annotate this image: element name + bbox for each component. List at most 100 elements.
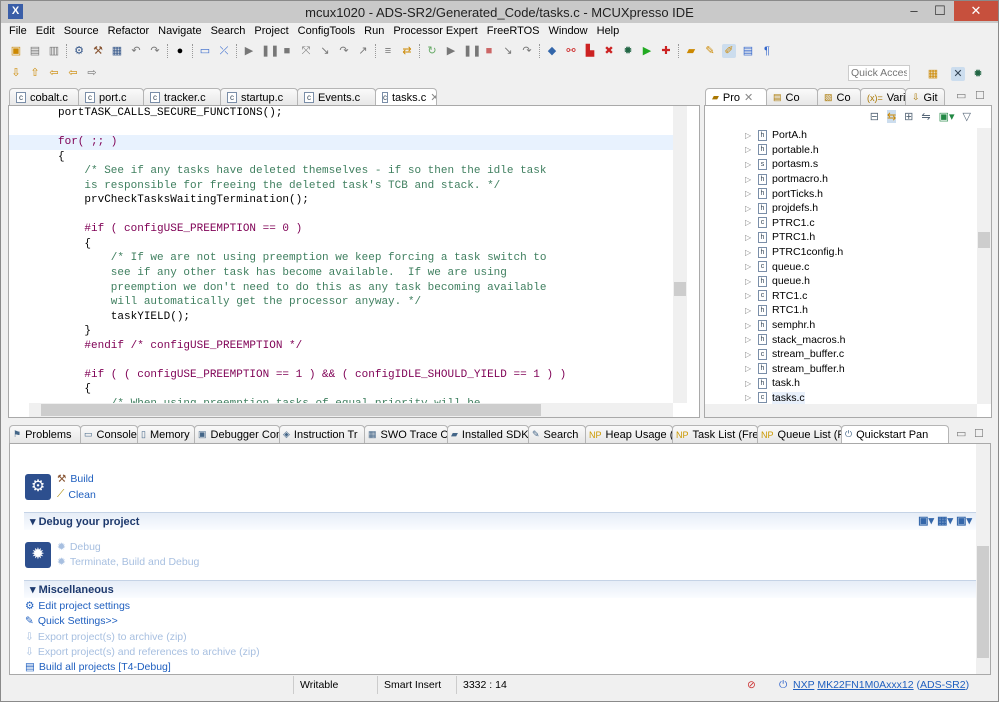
menu-refactor[interactable]: Refactor (108, 25, 150, 41)
suspend-icon[interactable]: ❚❚ (261, 44, 279, 58)
bottom-tab[interactable]: NP Heap Usage (F (585, 425, 673, 443)
expand-arrow-icon[interactable]: ▷ (745, 335, 753, 344)
tree-item[interactable]: ▷ h RTC1.h (705, 303, 975, 318)
expand-arrow-icon[interactable]: ▷ (745, 321, 753, 330)
menu-source[interactable]: Source (64, 25, 99, 41)
bottom-tab[interactable]: ⏻ Quickstart Pan (841, 425, 949, 443)
expand-arrow-icon[interactable]: ▷ (745, 364, 753, 373)
menu-project[interactable]: Project (254, 25, 288, 41)
menu-processor-expert[interactable]: Processor Expert (393, 25, 477, 41)
expand-arrow-icon[interactable]: ▷ (745, 204, 753, 213)
debug-link[interactable]: ✹ Debug (57, 541, 101, 553)
expand-arrow-icon[interactable]: ▷ (745, 262, 753, 271)
expand-arrow-icon[interactable]: ▷ (745, 233, 753, 242)
misc-link[interactable]: ✎ Quick Settings>> (25, 615, 118, 627)
menu-window[interactable]: Window (549, 25, 588, 41)
debug-person-icon[interactable]: ● (173, 44, 187, 58)
misc-link[interactable]: ▤ Build all projects [T4-Debug] (25, 661, 171, 673)
bottom-tab[interactable]: ▰ Installed SDKs (447, 425, 529, 443)
tree-item[interactable]: ▷ h portable.h (705, 143, 975, 158)
build-link[interactable]: ⚒ Build (57, 473, 94, 485)
tree-item[interactable]: ▷ c stream_buffer.c (705, 347, 975, 362)
quick-settings-icon[interactable]: ✎ (703, 44, 717, 58)
tree-item[interactable]: ▷ s portasm.s (705, 157, 975, 172)
step-all-icon[interactable]: ↘ (501, 44, 515, 58)
expand-arrow-icon[interactable]: ▷ (745, 145, 753, 154)
quickstart-scrollbar[interactable] (976, 444, 990, 674)
mcux-icon[interactable]: ▣▾ (939, 110, 955, 123)
explorer-tab[interactable]: ⇩ Git (905, 88, 945, 106)
maximize-view-icon[interactable]: ☐ (975, 89, 985, 102)
bottom-tab[interactable]: ▦ SWO Trace Co (364, 425, 448, 443)
back-icon[interactable]: ⇦ (66, 66, 80, 80)
editor-tab[interactable]: c Events.c (297, 88, 376, 106)
editor-tab[interactable]: c port.c (78, 88, 144, 106)
save-icon[interactable]: ▤ (28, 44, 42, 58)
skip-breakpoints-icon[interactable]: ⤫ (217, 44, 231, 58)
terminate-build-debug-link[interactable]: ✹ Terminate, Build and Debug (57, 556, 199, 568)
menu-help[interactable]: Help (597, 25, 620, 41)
clean-link[interactable]: ⟋ Clean (57, 488, 96, 501)
code-editor[interactable]: portTASK_CALLS_SECURE_FUNCTIONS(); for( ;… (9, 106, 673, 403)
expand-arrow-icon[interactable]: ▷ (745, 291, 753, 300)
step-over-icon[interactable]: ↷ (337, 44, 351, 58)
tree-item[interactable]: ▷ h task.h (705, 376, 975, 391)
tree-item[interactable]: ▷ h PTRC1.h (705, 230, 975, 245)
expand-arrow-icon[interactable]: ▷ (745, 277, 753, 286)
restart-icon[interactable]: ↻ (425, 44, 439, 58)
tree-item[interactable]: ▷ h portTicks.h (705, 186, 975, 201)
save-all-icon[interactable]: ▥ (47, 44, 61, 58)
step-return-icon[interactable]: ↗ (356, 44, 370, 58)
misc-link[interactable]: ⚙ Edit project settings (25, 600, 130, 612)
expand-arrow-icon[interactable]: ▷ (745, 131, 753, 140)
close-button[interactable]: ✕ (954, 1, 998, 21)
maximize-bottom-icon[interactable]: ☐ (974, 427, 984, 440)
terminate-all-icon[interactable]: ■ (482, 44, 496, 58)
terminate-icon[interactable]: ■ (280, 44, 294, 58)
disconnect-icon[interactable]: ⤧ (299, 44, 313, 58)
run-icon[interactable]: ▶ (640, 44, 654, 58)
debug-section-header[interactable]: ▾ Debug your project ▣▾ ▦▾ ▣▾ (24, 512, 980, 530)
debug-probe-icons[interactable]: ▣▾ ▦▾ ▣▾ (918, 514, 972, 527)
tree-item[interactable]: ▷ c RTC1.c (705, 289, 975, 304)
next-annotation-icon[interactable]: ⇩ (9, 66, 23, 80)
pe-icon[interactable]: ◆ (545, 44, 559, 58)
expand-arrow-icon[interactable]: ▷ (745, 393, 753, 402)
expand-arrow-icon[interactable]: ▷ (745, 175, 753, 184)
explorer-h-scrollbar[interactable] (705, 404, 977, 417)
binary-icon[interactable]: ▦ (110, 44, 124, 58)
suspend-all-icon[interactable]: ❚❚ (463, 44, 481, 58)
expand-arrow-icon[interactable]: ▷ (745, 350, 753, 359)
expand-arrow-icon[interactable]: ▷ (745, 189, 753, 198)
bottom-tab[interactable]: ▯ Memory (137, 425, 195, 443)
toggle-icon[interactable]: ▤ (741, 44, 755, 58)
terminal-icon[interactable]: ▭ (198, 44, 212, 58)
undo-icon[interactable]: ↶ (129, 44, 143, 58)
expand-arrow-icon[interactable]: ▷ (745, 248, 753, 257)
misc-link[interactable]: ⇩ Export project(s) and references to arc… (25, 646, 260, 658)
clear-icon[interactable]: ✖ (602, 44, 616, 58)
quick-access-input[interactable] (848, 65, 910, 81)
explorer-tab[interactable]: ▰ Pro ✕ (705, 88, 767, 106)
menu-file[interactable]: File (9, 25, 27, 41)
highlight-icon[interactable]: ✐ (722, 44, 736, 58)
drop-frame-icon[interactable]: ⇄ (400, 44, 414, 58)
link-icon[interactable]: ⚯ (564, 44, 578, 58)
explorer-tab[interactable]: ▤ Co (766, 88, 818, 106)
menu-run[interactable]: Run (364, 25, 384, 41)
tree-item[interactable]: ▷ h stream_buffer.h (705, 362, 975, 377)
step-over-all-icon[interactable]: ↷ (520, 44, 534, 58)
forward-icon[interactable]: ⇨ (85, 66, 99, 80)
nxp-link[interactable]: NXP (793, 679, 814, 691)
close-tab-icon[interactable]: ✕ (430, 91, 436, 104)
tree-item[interactable]: ▷ c PTRC1.c (705, 216, 975, 231)
view-menu-icon[interactable]: ▽ (963, 110, 971, 123)
editor-tab[interactable]: c tracker.c (143, 88, 221, 106)
tree-item[interactable]: ▷ h semphr.h (705, 318, 975, 333)
expand-arrow-icon[interactable]: ▷ (745, 379, 753, 388)
paragraph-icon[interactable]: ¶ (760, 44, 774, 58)
filter-icon[interactable]: ⊞ (904, 110, 913, 123)
build-icon[interactable]: ⚒ (91, 44, 105, 58)
bottom-tab[interactable]: NP Task List (Free (672, 425, 758, 443)
tree-item[interactable]: ▷ h queue.h (705, 274, 975, 289)
